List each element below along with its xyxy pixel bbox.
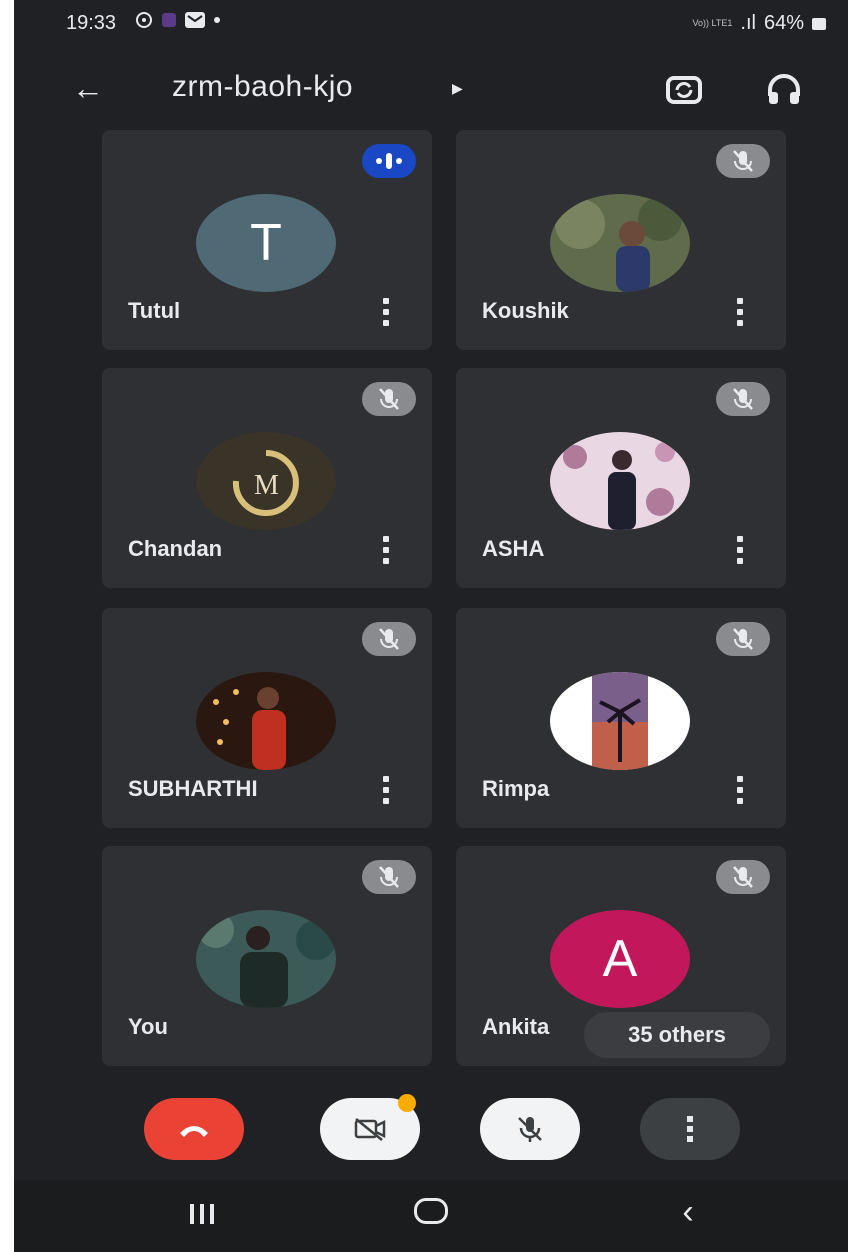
- participant-tile[interactable]: You: [102, 846, 432, 1066]
- notification-dot: [398, 1094, 416, 1112]
- mic-off-icon: [362, 382, 416, 416]
- camera-toggle-button[interactable]: [320, 1094, 420, 1160]
- home-icon[interactable]: [414, 1198, 448, 1224]
- battery-text: 64%: [763, 12, 804, 34]
- mic-off-icon: [716, 622, 770, 656]
- more-options-button[interactable]: [640, 1098, 740, 1160]
- avatar: M: [196, 432, 336, 530]
- more-vert-icon[interactable]: [380, 536, 392, 564]
- participant-name: Rimpa: [482, 776, 550, 801]
- participant-name: Chandan: [128, 536, 223, 561]
- system-nav-bar: ‹: [14, 1180, 848, 1252]
- battery-icon: [812, 17, 826, 30]
- participant-tile[interactable]: ASHA: [456, 368, 786, 588]
- status-right: Vo)) LTE1 .ıl 64%: [693, 12, 826, 35]
- hotspot-icon: [136, 12, 152, 28]
- phone-hangup-icon: [180, 1126, 208, 1137]
- mic-off-icon: [518, 1117, 542, 1142]
- participant-name: Ankita: [482, 1014, 550, 1039]
- app-notification-icon: [162, 13, 176, 27]
- mic-off-icon: [362, 622, 416, 656]
- participant-tile[interactable]: M Chandan: [102, 368, 432, 588]
- speaking-indicator-icon: [362, 144, 416, 178]
- more-vert-icon[interactable]: [734, 298, 746, 326]
- avatar: T: [196, 194, 336, 292]
- recents-icon[interactable]: [182, 1202, 222, 1226]
- caret-right-icon[interactable]: ▶: [452, 80, 463, 97]
- avatar: [196, 910, 336, 1008]
- avatar: [550, 672, 690, 770]
- headphones-icon[interactable]: [764, 70, 804, 110]
- more-vert-icon[interactable]: [380, 298, 392, 326]
- participant-name: Tutul: [128, 298, 181, 323]
- avatar: [196, 672, 336, 770]
- network-label: Vo)) LTE1: [692, 18, 733, 28]
- switch-camera-icon[interactable]: [664, 70, 704, 110]
- others-count-button[interactable]: 35 others: [584, 1012, 770, 1058]
- participant-tile[interactable]: Koushik: [456, 130, 786, 350]
- participant-name: SUBHARTHI: [128, 776, 258, 801]
- svg-text:M: M: [254, 470, 279, 501]
- app-bar: ← zrm-baoh-kjo ▶: [14, 58, 848, 118]
- back-arrow-icon[interactable]: ←: [68, 68, 108, 108]
- status-time: 19:33: [66, 12, 117, 34]
- mic-off-icon: [716, 144, 770, 178]
- mic-off-icon: [716, 382, 770, 416]
- avatar: [550, 194, 690, 292]
- notification-icons: [134, 10, 220, 30]
- more-vert-icon: [687, 1116, 693, 1142]
- mic-off-icon: [716, 860, 770, 894]
- more-vert-icon[interactable]: [380, 776, 392, 804]
- participant-name: You: [128, 1014, 168, 1039]
- dot-icon: [214, 17, 220, 23]
- status-bar: 19:33 Vo)) LTE1 .ıl 64%: [14, 0, 848, 48]
- participant-tile[interactable]: T Tutul: [102, 130, 432, 350]
- more-vert-icon[interactable]: [734, 776, 746, 804]
- meeting-code[interactable]: zrm-baoh-kjo: [172, 70, 353, 104]
- back-icon[interactable]: ‹: [668, 1192, 708, 1232]
- avatar: A: [550, 910, 690, 1008]
- end-call-button[interactable]: [144, 1098, 244, 1160]
- mail-icon: [185, 12, 205, 28]
- mic-off-icon: [362, 860, 416, 894]
- phone-screen: 19:33 Vo)) LTE1 .ıl 64% ← zrm-baoh-kjo ▶: [14, 0, 848, 1252]
- more-vert-icon[interactable]: [734, 536, 746, 564]
- participant-tile[interactable]: SUBHARTHI: [102, 608, 432, 828]
- participant-name: Koushik: [482, 298, 569, 323]
- avatar: [550, 432, 690, 530]
- avatar-letter: T: [250, 214, 282, 272]
- camera-off-icon: [354, 1118, 386, 1141]
- avatar-letter: A: [602, 930, 638, 988]
- mic-toggle-button[interactable]: [480, 1098, 580, 1160]
- participant-name: ASHA: [482, 536, 545, 561]
- participant-tile[interactable]: Rimpa: [456, 608, 786, 828]
- signal-icon: .ıl: [740, 12, 756, 34]
